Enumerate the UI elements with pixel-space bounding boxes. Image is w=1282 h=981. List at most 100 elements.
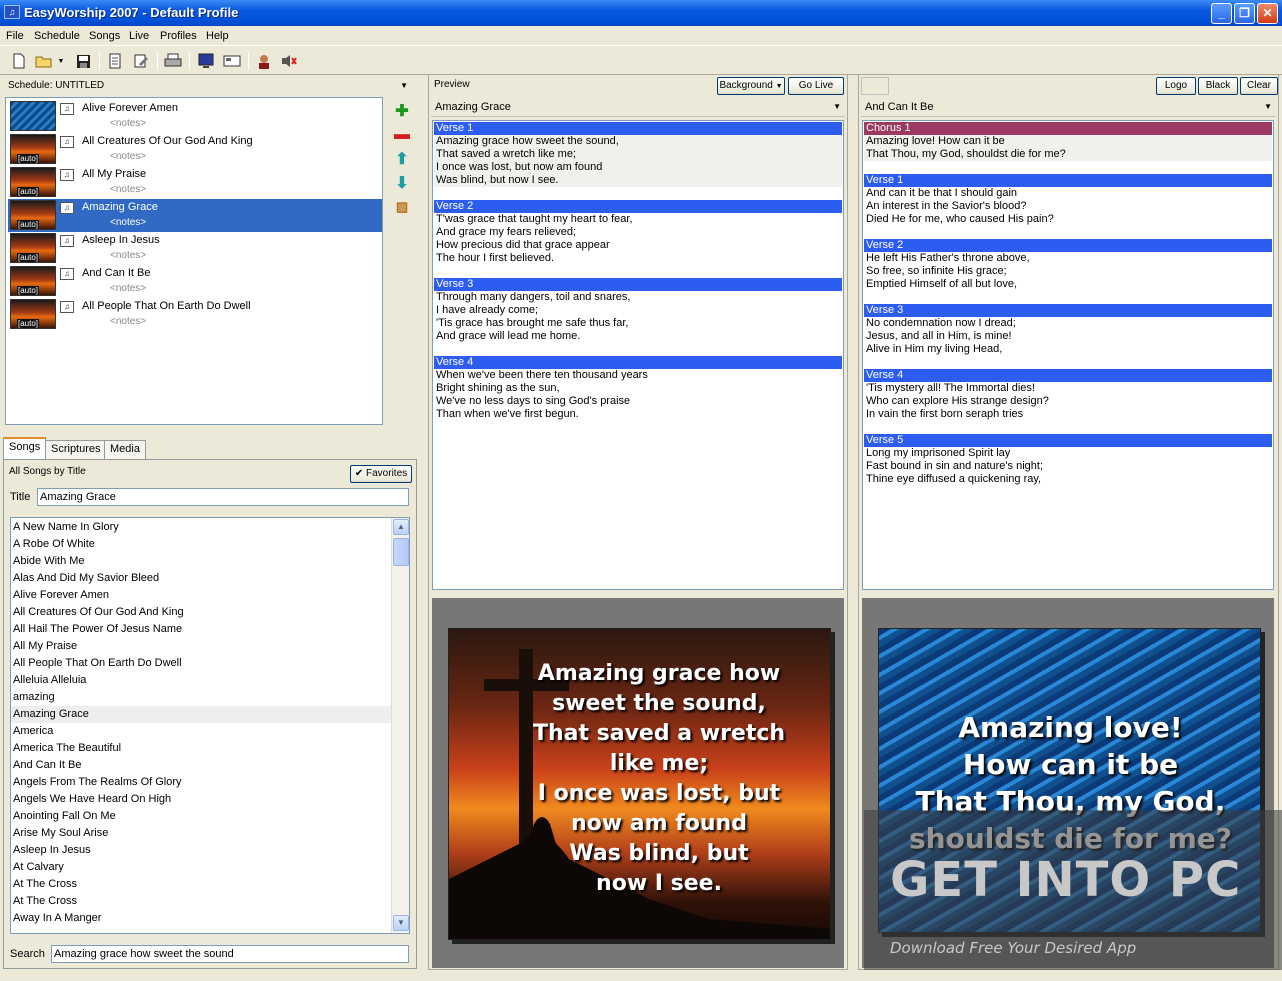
list-item[interactable]: Abide With Me	[11, 553, 391, 570]
tab-songs[interactable]: Songs	[3, 437, 47, 459]
mute-icon[interactable]	[278, 50, 300, 72]
list-item[interactable]: Anointing Fall On Me	[11, 808, 391, 825]
image-icon[interactable]: ▨	[392, 197, 412, 217]
list-item[interactable]: A Robe Of White	[11, 536, 391, 553]
verse-block[interactable]: Verse 3 No condemnation now I dread; Jesus…	[864, 304, 1272, 356]
verse-block[interactable]: Verse 1 And can it be that I should gain A…	[864, 174, 1272, 226]
verse-block[interactable]: Verse 3 Through many dangers, toil and sn…	[434, 278, 842, 343]
background-button[interactable]: Background ▼	[717, 77, 785, 95]
tab-media[interactable]: Media	[104, 440, 146, 459]
open-dropdown-icon[interactable]: ▼	[55, 50, 67, 72]
list-item[interactable]: Arise My Soul Arise	[11, 825, 391, 842]
schedule-item[interactable]: [auto] ♫ Amazing Grace <notes>	[8, 199, 382, 232]
menu-songs[interactable]: Songs	[85, 28, 124, 44]
new-icon[interactable]	[8, 50, 30, 72]
schedule-item[interactable]: ♫ Alive Forever Amen <notes>	[8, 100, 382, 133]
add-icon[interactable]: ✚	[392, 101, 412, 121]
live-lyrics[interactable]: Chorus 1 Amazing love! How can it be That …	[862, 120, 1274, 590]
display-icon[interactable]	[221, 50, 243, 72]
favorites-button[interactable]: ✔ Favorites	[350, 465, 412, 483]
verse-header[interactable]: Verse 2	[434, 200, 842, 213]
move-down-icon[interactable]: ⬇	[392, 173, 412, 193]
maximize-button[interactable]: ❐	[1234, 3, 1255, 24]
song-list-scrollbar[interactable]: ▲ ▼	[391, 518, 409, 933]
preview-song-select[interactable]: Amazing Grace ▼	[431, 97, 845, 117]
verse-block[interactable]: Verse 2 He left His Father's throne above…	[864, 239, 1272, 291]
list-item[interactable]: Away In A Manger	[11, 910, 391, 927]
list-item[interactable]: Alleluia Alleluia	[11, 672, 391, 689]
list-item[interactable]: Alive Forever Amen	[11, 587, 391, 604]
list-item[interactable]: Alas And Did My Savior Bleed	[11, 570, 391, 587]
scroll-down-icon[interactable]: ▼	[393, 915, 409, 931]
print-icon[interactable]	[162, 50, 184, 72]
schedule-list[interactable]: ♫ Alive Forever Amen <notes> [auto] ♫ All Cre…	[5, 97, 383, 425]
live-song-select[interactable]: And Can It Be ▼	[861, 97, 1276, 117]
go-live-button[interactable]: Go Live >>>	[788, 77, 844, 107]
list-item[interactable]: At The Cross	[11, 893, 391, 910]
schedule-item[interactable]: [auto] ♫ And Can It Be <notes>	[8, 265, 382, 298]
black-button[interactable]: Black	[1198, 77, 1238, 95]
monitor-icon[interactable]	[195, 50, 217, 72]
live-thumbnail[interactable]	[861, 77, 889, 95]
scroll-up-icon[interactable]: ▲	[393, 519, 409, 535]
title-field[interactable]: Amazing Grace	[37, 488, 409, 506]
verse-block[interactable]: Verse 2 T'was grace that taught my heart …	[434, 200, 842, 265]
verse-header[interactable]: Verse 4	[864, 369, 1272, 382]
verse-header[interactable]: Verse 4	[434, 356, 842, 369]
verse-header[interactable]: Verse 1	[434, 122, 842, 135]
edit-icon[interactable]	[130, 50, 152, 72]
verse-block[interactable]: Chorus 1 Amazing love! How can it be That …	[864, 122, 1272, 161]
user-icon[interactable]	[253, 50, 275, 72]
list-item[interactable]: America	[11, 723, 391, 740]
schedule-item[interactable]: [auto] ♫ All People That On Earth Do Dwell…	[8, 298, 382, 331]
menu-help[interactable]: Help	[202, 28, 233, 44]
list-item[interactable]: Amazing Grace	[11, 706, 391, 723]
song-list[interactable]: A New Name In Glory A Robe Of White Abide …	[10, 517, 410, 934]
list-item[interactable]: Angels From The Realms Of Glory	[11, 774, 391, 791]
list-item[interactable]: Asleep In Jesus	[11, 842, 391, 859]
remove-icon[interactable]: ▬	[392, 125, 412, 145]
properties-icon[interactable]	[104, 50, 126, 72]
tab-scriptures[interactable]: Scriptures	[45, 440, 107, 459]
list-item[interactable]: America The Beautiful	[11, 740, 391, 757]
verse-header[interactable]: Chorus 1	[864, 122, 1272, 135]
clear-button[interactable]: Clear	[1240, 77, 1278, 95]
verse-block[interactable]: Verse 4 When we've been there ten thousan…	[434, 356, 842, 421]
menu-live[interactable]: Live	[125, 28, 153, 44]
chevron-down-icon[interactable]: ▼	[400, 76, 408, 96]
verse-header[interactable]: Verse 2	[864, 239, 1272, 252]
schedule-item[interactable]: [auto] ♫ Asleep In Jesus <notes>	[8, 232, 382, 265]
list-item[interactable]: All People That On Earth Do Dwell	[11, 655, 391, 672]
list-item[interactable]: Angels We Have Heard On High	[11, 791, 391, 808]
schedule-header[interactable]: Schedule: UNTITLED ▼	[4, 76, 416, 96]
menu-file[interactable]: File	[2, 28, 28, 44]
list-item[interactable]: All Hail The Power Of Jesus Name	[11, 621, 391, 638]
close-button[interactable]: ✕	[1257, 3, 1278, 24]
scroll-thumb[interactable]	[393, 538, 409, 566]
list-item[interactable]: amazing	[11, 689, 391, 706]
verse-block[interactable]: Verse 5 Long my imprisoned Spirit lay Fast…	[864, 434, 1272, 486]
preview-slide[interactable]: Amazing grace how sweet the sound, That sa…	[448, 628, 831, 940]
menu-schedule[interactable]: Schedule	[30, 28, 84, 44]
search-input[interactable]: Amazing grace how sweet the sound	[51, 945, 409, 963]
save-icon[interactable]	[72, 50, 94, 72]
list-item[interactable]: And Can It Be	[11, 757, 391, 774]
minimize-button[interactable]: _	[1211, 3, 1232, 24]
list-item[interactable]: At The Cross	[11, 876, 391, 893]
verse-block[interactable]: Verse 1 Amazing grace how sweet the sound…	[434, 122, 842, 187]
logo-button[interactable]: Logo	[1156, 77, 1196, 95]
preview-lyrics[interactable]: Verse 1 Amazing grace how sweet the sound…	[432, 120, 844, 590]
verse-block[interactable]: Verse 4 'Tis mystery all! The Immortal di…	[864, 369, 1272, 421]
schedule-item[interactable]: [auto] ♫ All Creatures Of Our God And King…	[8, 133, 382, 166]
menu-profiles[interactable]: Profiles	[156, 28, 201, 44]
verse-header[interactable]: Verse 5	[864, 434, 1272, 447]
app-icon[interactable]: ♫	[4, 5, 20, 19]
list-item[interactable]: All My Praise	[11, 638, 391, 655]
list-item[interactable]: A New Name In Glory	[11, 519, 391, 536]
open-icon[interactable]	[33, 50, 55, 72]
verse-header[interactable]: Verse 3	[434, 278, 842, 291]
move-up-icon[interactable]: ⬆	[392, 149, 412, 169]
list-item[interactable]: At Calvary	[11, 859, 391, 876]
title-bar[interactable]: ♫ EasyWorship 2007 - Default Profile _ ❐…	[0, 0, 1282, 26]
list-item[interactable]: All Creatures Of Our God And King	[11, 604, 391, 621]
